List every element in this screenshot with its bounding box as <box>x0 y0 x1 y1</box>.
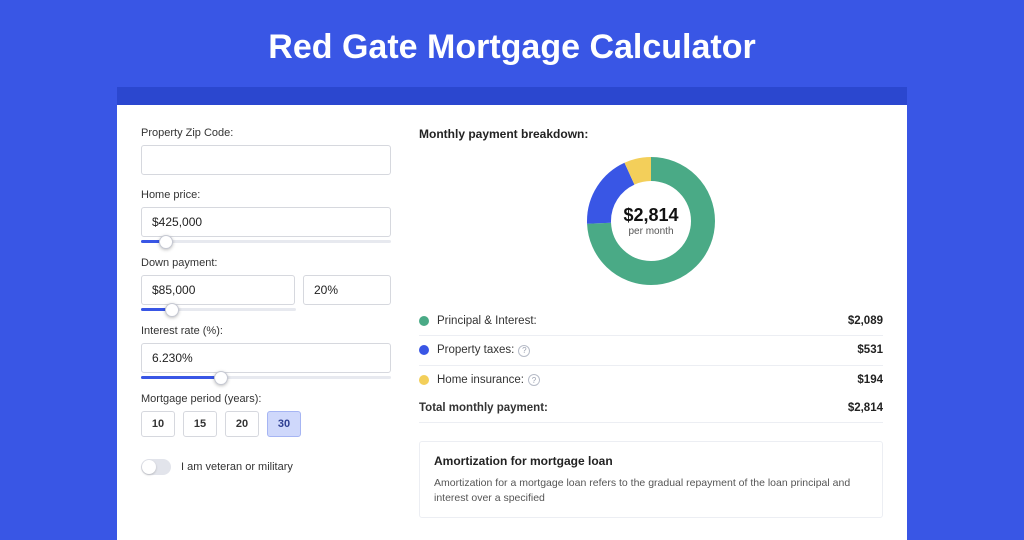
down-payment-label: Down payment: <box>141 257 391 269</box>
breakdown-row: Property taxes:?$531 <box>419 336 883 366</box>
period-button-20[interactable]: 20 <box>225 411 259 437</box>
breakdown-row: Home insurance:?$194 <box>419 366 883 395</box>
interest-rate-input[interactable] <box>141 343 391 373</box>
amortization-title: Amortization for mortgage loan <box>434 454 868 468</box>
legend-dot-icon <box>419 345 429 355</box>
down-payment-input[interactable] <box>141 275 295 305</box>
veteran-toggle-label: I am veteran or military <box>181 461 293 473</box>
total-label: Total monthly payment: <box>419 402 848 414</box>
period-button-10[interactable]: 10 <box>141 411 175 437</box>
period-button-15[interactable]: 15 <box>183 411 217 437</box>
inputs-column: Property Zip Code: Home price: Down paym… <box>141 127 391 518</box>
home-price-slider-thumb[interactable] <box>159 235 173 249</box>
period-button-30[interactable]: 30 <box>267 411 301 437</box>
zip-input[interactable] <box>141 145 391 175</box>
donut-center: $2,814 per month <box>583 153 719 289</box>
breakdown-title: Monthly payment breakdown: <box>419 127 883 141</box>
down-payment-slider[interactable] <box>141 308 296 311</box>
breakdown-value: $531 <box>857 344 883 356</box>
legend-dot-icon <box>419 375 429 385</box>
legend-dot-icon <box>419 316 429 326</box>
page-title: Red Gate Mortgage Calculator <box>0 0 1024 87</box>
mortgage-period-label: Mortgage period (years): <box>141 393 391 405</box>
mortgage-period-group: 10 15 20 30 <box>141 411 391 437</box>
donut-chart: $2,814 per month <box>419 153 883 289</box>
home-price-input[interactable] <box>141 207 391 237</box>
total-value: $2,814 <box>848 402 883 414</box>
amortization-card: Amortization for mortgage loan Amortizat… <box>419 441 883 518</box>
total-row: Total monthly payment: $2,814 <box>419 394 883 423</box>
amortization-text: Amortization for a mortgage loan refers … <box>434 476 868 505</box>
breakdown-row: Principal & Interest:$2,089 <box>419 307 883 336</box>
header-band <box>117 87 907 105</box>
breakdown-label: Home insurance:? <box>437 374 857 387</box>
breakdown-label: Principal & Interest: <box>437 315 848 327</box>
home-price-label: Home price: <box>141 189 391 201</box>
breakdown-value: $2,089 <box>848 315 883 327</box>
interest-rate-slider-fill <box>141 376 221 379</box>
down-payment-slider-thumb[interactable] <box>165 303 179 317</box>
info-icon[interactable]: ? <box>528 374 540 386</box>
home-price-slider[interactable] <box>141 240 391 243</box>
calculator-card: Property Zip Code: Home price: Down paym… <box>117 105 907 540</box>
breakdown-label: Property taxes:? <box>437 344 857 357</box>
interest-rate-label: Interest rate (%): <box>141 325 391 337</box>
breakdown-column: Monthly payment breakdown: $2,814 per mo… <box>419 127 883 518</box>
interest-rate-slider[interactable] <box>141 376 391 379</box>
interest-rate-slider-thumb[interactable] <box>214 371 228 385</box>
donut-sublabel: per month <box>628 226 673 237</box>
breakdown-value: $194 <box>857 374 883 386</box>
donut-amount: $2,814 <box>623 205 678 226</box>
down-payment-percent-input[interactable] <box>303 275 391 305</box>
info-icon[interactable]: ? <box>518 345 530 357</box>
veteran-toggle[interactable] <box>141 459 171 475</box>
veteran-toggle-knob <box>142 460 156 474</box>
zip-label: Property Zip Code: <box>141 127 391 139</box>
